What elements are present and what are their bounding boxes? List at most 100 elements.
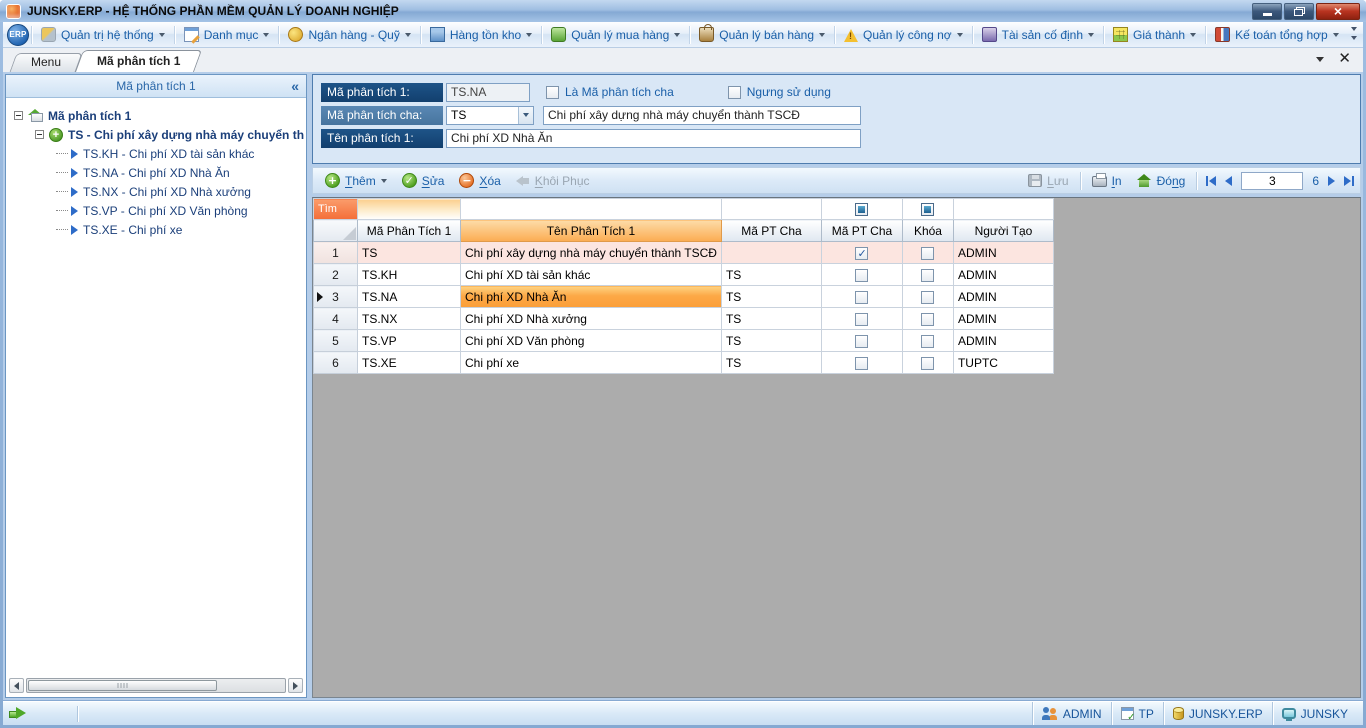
table-row[interactable]: 2TS.KHChi phí XD tài sản khácTS ADMIN [314,264,1054,286]
grid-cell[interactable]: Chi phí xe [461,352,722,374]
checkbox-indeterminate-icon[interactable] [921,203,934,216]
menubar-item-debt[interactable]: Quản lý công nợ [837,25,970,45]
grid-cell[interactable]: ADMIN [953,286,1053,308]
checkbox-unchecked-icon[interactable] [855,269,868,282]
tree-item-3[interactable]: TS.NA - Chi phí XD Nhà Ăn [10,163,304,182]
grid-cell[interactable]: TS [721,330,821,352]
tree-item-6[interactable]: TS.XE - Chi phí xe [10,220,304,239]
grid-cell[interactable]: TS.XE [358,352,461,374]
table-row[interactable]: 6TS.XEChi phí xeTSTUPTC [314,352,1054,374]
grid-cell[interactable]: TS [721,264,821,286]
menubar-item-general-accounting[interactable]: Kế toán tổng hợp [1208,24,1346,45]
column-header[interactable]: Mã Phân Tích 1 [358,220,461,242]
scrollbar-thumb[interactable] [28,680,217,691]
grid-cell[interactable] [902,308,953,330]
menubar-item-fixed-assets[interactable]: Tài sản cố định [975,24,1101,45]
row-selector[interactable]: 4 [314,308,358,330]
table-row[interactable]: 3TS.NAChi phí XD Nhà ĂnTS ADMIN [314,286,1054,308]
grid-cell[interactable]: TS [358,242,461,264]
table-row[interactable]: 4TS.NXChi phí XD Nhà xưởngTSADMIN [314,308,1054,330]
grid-cell[interactable]: TUPTC [953,352,1053,374]
checkbox-indeterminate-icon[interactable] [855,203,868,216]
grid-cell[interactable]: ADMIN [953,264,1053,286]
filter-cell[interactable] [821,199,902,220]
restore-button[interactable]: Khôi Phục [510,172,596,190]
next-page-button[interactable] [1328,176,1335,186]
tree-item-2[interactable]: TS.KH - Chi phí XD tài sản khác [10,144,304,163]
close-button[interactable]: × [1316,3,1360,20]
tree-item-0[interactable]: Mã phân tích 1 [10,106,304,125]
row-selector[interactable]: 1 [314,242,358,264]
first-page-button[interactable] [1206,176,1216,186]
grid-cell[interactable]: TS [721,286,821,308]
checkbox-unchecked-icon[interactable] [855,357,868,370]
grid-cell[interactable]: TS [721,308,821,330]
checkbox-unchecked-icon[interactable] [855,291,868,304]
menubar-item-costing[interactable]: Giá thành [1106,24,1203,45]
scroll-left-button[interactable] [9,678,24,693]
checkbox-unchecked-icon[interactable] [921,313,934,326]
grid-cell[interactable] [902,286,953,308]
row-selector[interactable]: 3 [314,286,358,308]
grid-cell[interactable]: Chi phí XD tài sản khác [461,264,722,286]
table-row[interactable]: 1TSChi phí xây dựng nhà máy chuyển thành… [314,242,1054,264]
tab-menu[interactable]: Menu [13,53,79,72]
edit-button[interactable]: ✓Sửa [396,171,451,190]
filter-cell[interactable] [461,199,722,220]
sidebar-collapse-button[interactable]: « [291,78,299,94]
code-input[interactable] [446,83,530,102]
scroll-right-button[interactable] [288,678,303,693]
tree-item-4[interactable]: TS.NX - Chi phí XD Nhà xưởng [10,182,304,201]
grid-cell[interactable] [902,264,953,286]
parent-name-input[interactable] [543,106,861,125]
grid-cell[interactable]: TS.NX [358,308,461,330]
checkbox-unchecked-icon[interactable] [921,357,934,370]
grid-cell[interactable]: TS.NA [358,286,461,308]
checkbox-checked-icon[interactable] [855,247,868,260]
erp-button[interactable]: ERP [7,24,29,46]
grid-cell[interactable]: Chi phí XD Văn phòng [461,330,722,352]
column-header[interactable]: Người Tạo [953,220,1053,242]
grid-cell[interactable] [821,286,902,308]
scrollbar-track[interactable] [26,678,286,693]
menubar-item-inventory[interactable]: Hàng tồn kho [423,24,539,45]
row-selector-header[interactable] [314,220,358,242]
grid-cell[interactable]: ADMIN [953,330,1053,352]
grid-cell[interactable]: Chi phí xây dựng nhà máy chuyển thành TS… [461,242,722,264]
grid-cell[interactable] [821,308,902,330]
menubar-item-sales[interactable]: Quản lý bán hàng [692,24,832,45]
filter-cell[interactable] [902,199,953,220]
minimize-button[interactable] [1252,3,1282,20]
tree-item-1[interactable]: +TS - Chi phí xây dựng nhà máy chuyển th… [10,125,304,144]
row-selector[interactable]: 6 [314,352,358,374]
menubar-item-purchasing[interactable]: Quản lý mua hàng [544,24,687,45]
column-header[interactable]: Mã PT Cha [721,220,821,242]
previous-page-button[interactable] [1225,176,1232,186]
checkbox-unchecked-icon[interactable] [855,335,868,348]
close-button[interactable]: Đóng [1131,172,1192,190]
grid-cell[interactable] [821,264,902,286]
last-page-button[interactable] [1344,176,1354,186]
checkbox-unchecked-icon[interactable] [921,269,934,282]
tree-expander-icon[interactable] [35,130,44,139]
print-button[interactable]: In [1086,172,1128,190]
checkbox-unchecked-icon[interactable] [921,291,934,304]
tab-close-icon[interactable]: ✕ [1338,51,1351,66]
current-page-input[interactable] [1241,172,1303,190]
grid-cell[interactable]: ADMIN [953,308,1053,330]
add-button[interactable]: +Thêm [319,171,393,190]
grid-cell[interactable]: TS.KH [358,264,461,286]
grid-cell[interactable] [721,242,821,264]
filter-cell[interactable] [358,199,461,220]
column-header[interactable]: Mã PT Cha [821,220,902,242]
grid-cell[interactable]: ADMIN [953,242,1053,264]
column-header[interactable]: Khóa [902,220,953,242]
grid-cell[interactable] [902,352,953,374]
row-selector[interactable]: 2 [314,264,358,286]
grid-cell[interactable]: Chi phí XD Nhà Ăn [461,286,722,308]
column-header[interactable]: Tên Phân Tích 1 [461,220,722,242]
menubar-item-system-admin[interactable]: Quản trị hệ thống [34,24,172,45]
save-button[interactable]: Lưu [1022,172,1074,190]
horizontal-scrollbar[interactable] [9,677,303,694]
checkbox-unchecked-icon[interactable] [921,335,934,348]
